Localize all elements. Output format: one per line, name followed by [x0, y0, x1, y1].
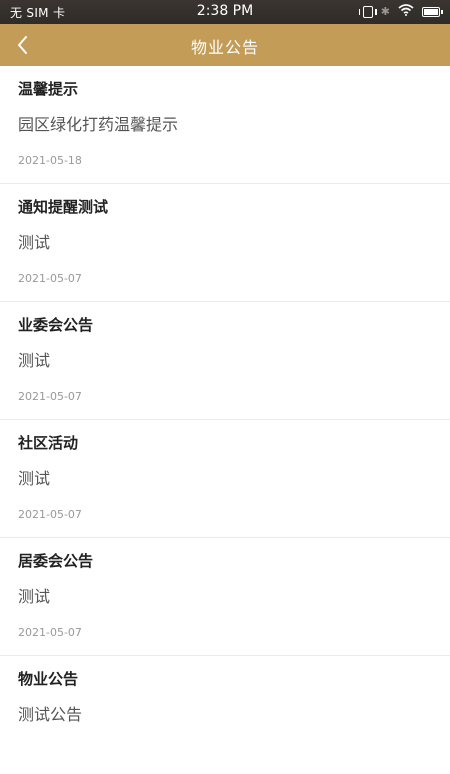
bluetooth-icon: ✱	[380, 5, 390, 18]
notice-item[interactable]: 业委会公告 测试 2021-05-07	[0, 302, 450, 420]
notice-title: 通知提醒测试	[18, 198, 109, 216]
notice-date: 2021-05-07	[18, 390, 82, 403]
wifi-icon	[398, 4, 414, 20]
notice-item[interactable]: 通知提醒测试 测试 2021-05-07	[0, 184, 450, 302]
notice-date: 2021-05-07	[18, 626, 82, 639]
vibrate-icon	[358, 6, 377, 18]
notice-item[interactable]: 社区活动 测试 2021-05-07	[0, 420, 450, 538]
page-title: 物业公告	[190, 38, 259, 57]
nav-bar: 物业公告	[0, 24, 450, 66]
notice-item[interactable]: 居委会公告 测试 2021-05-07	[0, 538, 450, 656]
battery-icon	[422, 7, 443, 17]
notice-title: 居委会公告	[18, 552, 94, 570]
notice-date: 2021-05-07	[18, 508, 82, 521]
notice-date: 2021-05-18	[18, 154, 82, 167]
notice-content: 测试	[18, 469, 51, 488]
notice-list: 温馨提示 园区绿化打药温馨提示 2021-05-18 通知提醒测试 测试 202…	[0, 66, 450, 774]
notice-title: 社区活动	[18, 434, 79, 452]
notice-item[interactable]: 物业公告 测试公告	[0, 656, 450, 774]
notice-title: 温馨提示	[18, 80, 79, 98]
notice-item[interactable]: 温馨提示 园区绿化打药温馨提示 2021-05-18	[0, 66, 450, 184]
notice-content: 园区绿化打药温馨提示	[18, 115, 179, 134]
notice-title: 物业公告	[18, 670, 79, 688]
notice-content: 测试公告	[18, 705, 83, 724]
notice-content: 测试	[18, 233, 51, 252]
status-icons: ✱	[358, 4, 443, 20]
notice-date: 2021-05-07	[18, 272, 82, 285]
status-bar: 无 SIM 卡 2:38 PM ✱	[0, 0, 450, 24]
notice-content: 测试	[18, 351, 51, 370]
notice-content: 测试	[18, 587, 51, 606]
notice-title: 业委会公告	[18, 316, 94, 334]
